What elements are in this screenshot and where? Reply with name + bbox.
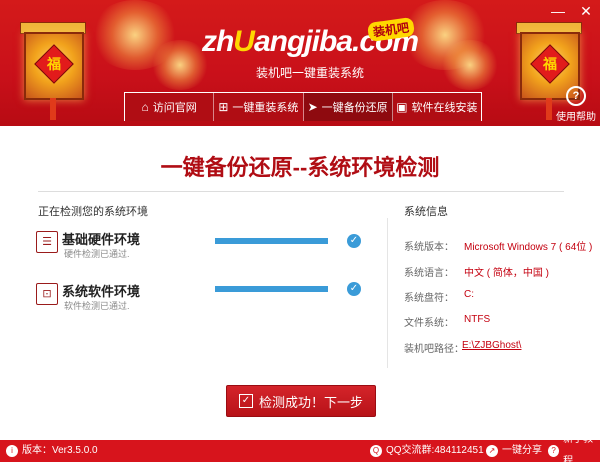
qq-label: QQ交流群:484112451 bbox=[386, 445, 484, 456]
status-bar: i 版本：Ver3.5.0.0 Q QQ交流群:484112451 ↗ 一键分享… bbox=[0, 434, 600, 467]
info-key: 系统盘符： bbox=[404, 293, 454, 304]
firework-decoration bbox=[440, 40, 500, 90]
lantern-left: 福 bbox=[24, 32, 84, 100]
info-icon: i bbox=[6, 445, 18, 457]
share-label: 一键分享 bbox=[502, 445, 542, 456]
share-icon: ↗ bbox=[486, 445, 498, 457]
home-icon: ⌂ bbox=[141, 100, 149, 114]
info-value: Microsoft Windows 7 ( 64位 ) bbox=[464, 242, 593, 253]
info-value: C: bbox=[464, 289, 474, 300]
next-step-label: 检测成功！下一步 bbox=[258, 394, 363, 410]
tutorial-button[interactable]: ? 新手教程 bbox=[548, 434, 600, 467]
version-label: 版本：Ver3.5.0.0 bbox=[22, 445, 98, 456]
software-icon: ⊡ bbox=[36, 283, 58, 305]
next-step-button[interactable]: ✓ 检测成功！下一步 bbox=[226, 385, 376, 417]
windows-icon: ⊞ bbox=[218, 100, 229, 114]
version-info: i 版本：Ver3.5.0.0 bbox=[6, 440, 98, 462]
check-title: 基础硬件环境 bbox=[62, 232, 141, 247]
tutorial-label: 新手教程 bbox=[563, 434, 594, 467]
nav-label: 访问官网 bbox=[152, 102, 197, 114]
minimize-button[interactable]: — bbox=[544, 0, 572, 22]
close-button[interactable]: ✕ bbox=[572, 0, 600, 22]
check-ok-icon: ✓ bbox=[347, 234, 361, 248]
help-icon: ? bbox=[566, 86, 586, 106]
apps-icon: ▣ bbox=[396, 100, 408, 114]
divider bbox=[38, 191, 564, 192]
info-key: 装机吧路径： bbox=[404, 344, 464, 355]
system-info-heading: 系统信息 bbox=[404, 206, 448, 218]
nav-label: 一键重装系统 bbox=[232, 102, 299, 114]
help-button[interactable]: ? 使用帮助 bbox=[556, 86, 596, 123]
info-key: 系统版本： bbox=[404, 242, 454, 253]
check-title: 系统软件环境 bbox=[62, 284, 141, 299]
info-key: 文件系统： bbox=[404, 318, 454, 329]
check-ok-icon: ✓ bbox=[347, 282, 361, 296]
bird-icon: ➤ bbox=[307, 100, 318, 114]
window-controls: — ✕ bbox=[544, 0, 600, 22]
nav-software-install[interactable]: ▣ 软件在线安装 bbox=[393, 93, 481, 121]
share-button[interactable]: ↗ 一键分享 bbox=[486, 440, 542, 462]
info-key: 系统语言： bbox=[404, 268, 454, 279]
header-banner: 福 福 zhUangjiba.com 装机吧 装机吧一键重装系统 — ✕ ⌂ 访… bbox=[0, 0, 600, 126]
nav-backup-restore[interactable]: ➤ 一键备份还原 bbox=[303, 93, 393, 121]
lantern-tassel bbox=[50, 98, 56, 120]
nav-label: 软件在线安装 bbox=[411, 102, 478, 114]
check-status: 软件检测已通过. bbox=[64, 301, 130, 311]
nav-reinstall-system[interactable]: ⊞ 一键重装系统 bbox=[214, 93, 304, 121]
check-status: 硬件检测已通过. bbox=[64, 249, 130, 259]
software-progress-bar bbox=[215, 286, 328, 292]
page-title: 一键备份还原--系统环境检测 bbox=[160, 155, 440, 180]
main-nav: ⌂ 访问官网 ⊞ 一键重装系统 ➤ 一键备份还原 ▣ 软件在线安装 bbox=[124, 92, 482, 121]
check-icon: ✓ bbox=[238, 394, 253, 408]
qq-icon: Q bbox=[370, 445, 382, 457]
hardware-icon: ☰ bbox=[36, 231, 58, 253]
hardware-progress-bar bbox=[215, 238, 328, 244]
app-logo: zhUangjiba.com 装机吧 bbox=[200, 16, 420, 64]
nav-label: 一键备份还原 bbox=[321, 102, 388, 114]
qq-group-link[interactable]: Q QQ交流群:484112451 bbox=[370, 440, 484, 462]
vertical-divider bbox=[387, 218, 388, 368]
info-value: NTFS bbox=[464, 314, 491, 325]
lantern-tassel bbox=[546, 98, 552, 120]
info-value: 中文 ( 简体，中国 ) bbox=[464, 268, 549, 279]
install-path-link[interactable]: E:\ZJBGhost\ bbox=[462, 340, 521, 351]
tutorial-icon: ? bbox=[548, 445, 560, 457]
help-label: 使用帮助 bbox=[556, 112, 596, 123]
nav-visit-site[interactable]: ⌂ 访问官网 bbox=[125, 93, 215, 121]
detect-heading: 正在检测您的系统环境 bbox=[38, 206, 148, 218]
app-subtitle: 装机吧一键重装系统 bbox=[255, 66, 364, 80]
